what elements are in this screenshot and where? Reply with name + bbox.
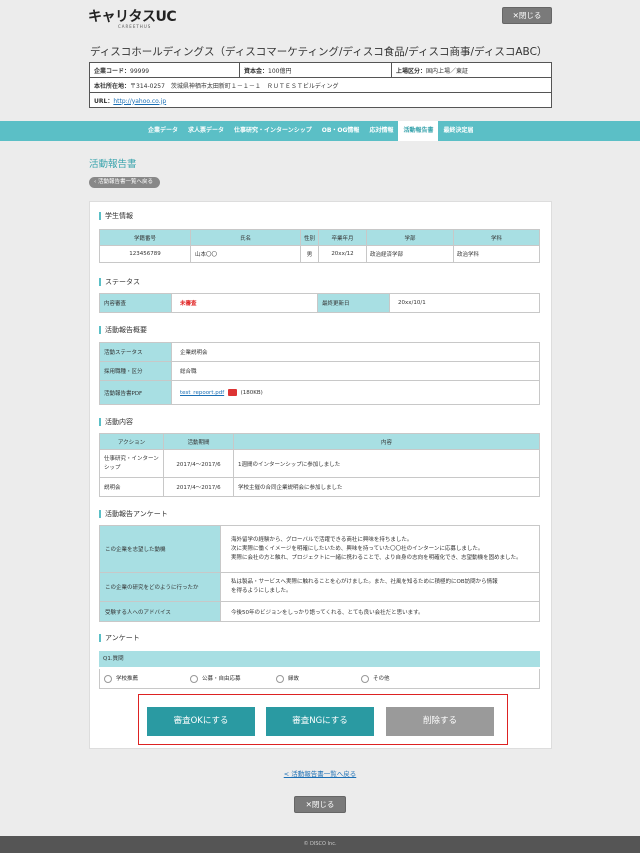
option-other[interactable]: その他 [361, 674, 390, 683]
question-advice: 受験する人へのアドバイス [99, 601, 221, 622]
page-title: 活動報告書 [89, 159, 137, 170]
review-label: 内容審査 [99, 293, 172, 313]
status-heading: ステータス [99, 278, 140, 286]
answer-research: 私は製品・サービスへ実際に触れることを心がけました。また、社風を知るために積極的… [220, 572, 540, 602]
tab-company-data[interactable]: 企業データ [143, 121, 183, 141]
capital-cell: 資本金：100億円 [239, 62, 392, 78]
survey-question: Q1.質問 [99, 651, 540, 667]
question-motivation: この企業を志望した動機 [99, 525, 221, 573]
nav-bar: 企業データ 求人票データ 仕事研究・インターンシップ OB・OG情報 応対情報 … [0, 121, 640, 141]
tab-ob-og[interactable]: OB・OG情報 [317, 121, 365, 141]
survey-options: 学校推薦 公募・自由応募 縁故 その他 [99, 669, 540, 689]
company-url-link[interactable]: http://yahoo.co.jp [113, 98, 166, 105]
summary-heading: 活動報告概要 [99, 326, 147, 334]
activity-period: 2017/4～2017/6 [163, 449, 234, 478]
answer-motivation: 海外留学の経験から、グローバルで活躍できる商社に興味を持ちました。 次に実際に働… [220, 525, 540, 573]
col-graduation: 卒業年月 [318, 229, 367, 246]
activity-action: 仕事研究・インターンシップ [99, 449, 164, 478]
back-to-list-button[interactable]: ‹ 活動報告書一覧へ戻る [89, 177, 160, 188]
activities-heading: 活動内容 [99, 418, 133, 426]
tab-job-data[interactable]: 求人票データ [183, 121, 229, 141]
questionnaire-heading: 活動報告アンケート [99, 510, 168, 518]
col-action: アクション [99, 433, 164, 450]
radio-icon[interactable] [190, 674, 198, 683]
address-cell: 本社所在地：〒314-0257 茨城県神栖市太田新町１－１－１ ＲＵＴＥＳＴビル… [89, 77, 552, 93]
summary-table: 活動ステータス 企業説明会 採用職種・区分 総合職 活動報告書PDF test_… [99, 342, 540, 405]
survey-heading: アンケート [99, 634, 140, 642]
radio-icon[interactable] [276, 674, 284, 683]
footer-copyright: © DISCO Inc. [0, 836, 640, 853]
summary-label-status: 活動ステータス [99, 342, 172, 362]
activity-action: 説明会 [99, 477, 164, 497]
back-to-list-link[interactable]: < 活動報告書一覧へ戻る [0, 768, 640, 778]
action-button-group: 審査OKにする 審査NGにする 削除する [138, 694, 508, 745]
page: キャリタスUC CAREETHUS ✕閉じる ディスコホールディングス（ディスコ… [0, 0, 640, 853]
option-school-recommendation[interactable]: 学校推薦 [104, 674, 138, 683]
pdf-icon [227, 389, 237, 396]
col-gender: 性別 [300, 229, 319, 246]
questionnaire-table: この企業を志望した動機 海外留学の経験から、グローバルで活躍できる商社に興味を持… [99, 525, 540, 622]
pdf-size: (180KB) [240, 390, 263, 396]
col-student-id: 学籍番号 [99, 229, 191, 246]
student-department: 政治学科 [453, 245, 540, 263]
summary-label-pdf: 活動報告書PDF [99, 380, 172, 405]
radio-icon[interactable] [104, 674, 112, 683]
updated-label: 最終更新日 [317, 293, 390, 313]
question-research: この企業の研究をどのように行ったか [99, 572, 221, 602]
activity-content: 1週間のインターンシップに参加しました [233, 449, 540, 478]
student-name: 山本〇〇 [190, 245, 301, 263]
top-bar: キャリタスUC CAREETHUS ✕閉じる [0, 0, 640, 30]
answer-advice: 今後50年のビジョンをしっかり語ってくれる、とても良い会社だと思います。 [220, 601, 540, 622]
logo: キャリタスUC CAREETHUS [88, 9, 177, 29]
summary-value-pdf: test_repoort.pdf (180KB) [171, 380, 540, 405]
approve-button[interactable]: 審査OKにする [147, 707, 255, 736]
listing-cell: 上場区分：国内上場／東証 [391, 62, 552, 78]
reject-button[interactable]: 審査NGにする [266, 707, 374, 736]
close-button-bottom[interactable]: ✕閉じる [294, 796, 346, 813]
student-info-heading: 学生情報 [99, 212, 133, 220]
activity-period: 2017/4～2017/6 [163, 477, 234, 497]
summary-value-status: 企業説明会 [171, 342, 540, 362]
company-name: ディスコホールディングス（ディスコマーケティング/ディスコ食品/ディスコ商事/デ… [90, 46, 548, 58]
pdf-download-link[interactable]: test_repoort.pdf [180, 390, 224, 396]
review-status: 未審査 [171, 293, 318, 313]
delete-button[interactable]: 削除する [386, 707, 494, 736]
student-id: 123456789 [99, 245, 191, 263]
url-cell: URL：http://yahoo.co.jp [89, 92, 552, 108]
tab-internship[interactable]: 仕事研究・インターンシップ [229, 121, 317, 141]
activity-content: 学校主催の合同企業説明会に参加しました [233, 477, 540, 497]
col-content: 内容 [233, 433, 540, 450]
col-period: 活動期間 [163, 433, 234, 450]
status-table: 内容審査 未審査 最終更新日 20xx/10/1 [99, 293, 540, 313]
student-faculty: 政治経済学部 [366, 245, 454, 263]
student-graduation: 20xx/12 [318, 245, 367, 263]
tab-final-decision[interactable]: 最終決定届 [438, 121, 478, 141]
col-department: 学科 [453, 229, 540, 246]
col-name: 氏名 [190, 229, 301, 246]
activities-table: アクション 活動期間 内容 仕事研究・インターンシップ 2017/4～2017/… [99, 433, 540, 497]
option-connection[interactable]: 縁故 [276, 674, 299, 683]
summary-label-job: 採用職種・区分 [99, 361, 172, 381]
student-info-table: 学籍番号 氏名 性別 卒業年月 学部 学科 123456789 山本〇〇 男 2… [99, 229, 540, 263]
col-faculty: 学部 [366, 229, 454, 246]
updated-date: 20xx/10/1 [389, 293, 540, 313]
radio-icon[interactable] [361, 674, 369, 683]
student-gender: 男 [300, 245, 319, 263]
company-info-table: 企業コード：99999 資本金：100億円 上場区分：国内上場／東証 本社所在地… [89, 62, 552, 108]
option-open-application[interactable]: 公募・自由応募 [190, 674, 241, 683]
summary-value-job: 総合職 [171, 361, 540, 381]
tab-activity-report[interactable]: 活動報告書 [398, 121, 439, 141]
tab-response-info[interactable]: 応対情報 [364, 121, 398, 141]
close-button-top[interactable]: ✕閉じる [502, 7, 552, 24]
company-code-cell: 企業コード：99999 [89, 62, 240, 78]
